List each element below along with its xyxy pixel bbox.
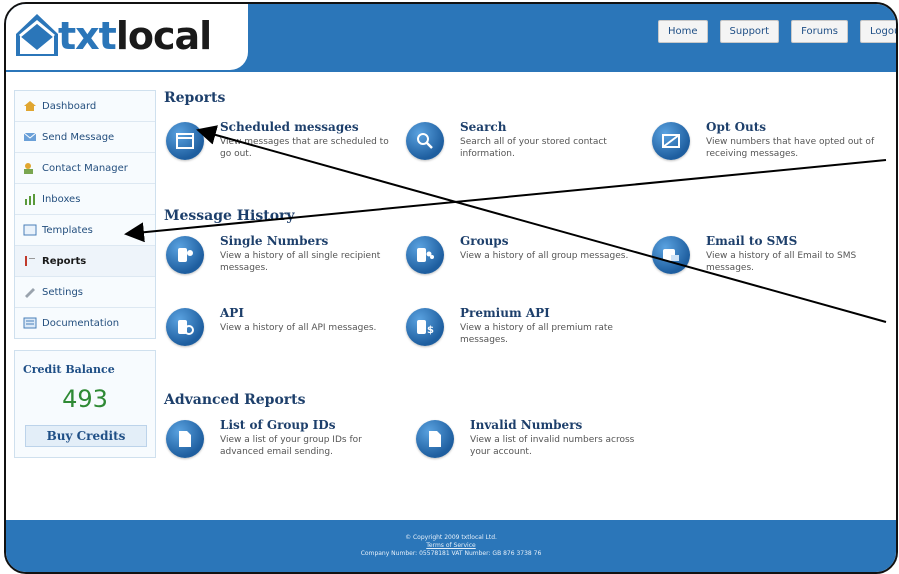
item-title[interactable]: Single Numbers — [220, 234, 328, 248]
item-title[interactable]: Search — [460, 120, 506, 134]
sidebar-item-inboxes[interactable]: Inboxes — [15, 184, 155, 215]
inbox-icon — [25, 194, 35, 205]
item-title[interactable]: API — [220, 306, 244, 320]
footer-company-info: Company Number: 05578181 VAT Number: GB … — [360, 550, 542, 557]
forums-button[interactable]: Forums — [791, 20, 848, 43]
item-description: View messages that are scheduled to go o… — [220, 137, 389, 159]
send-icon — [23, 132, 37, 141]
sidebar-item-label: Documentation — [42, 317, 120, 329]
sidebar-item-label: Settings — [42, 286, 84, 298]
sidebar-item-label: Dashboard — [42, 100, 97, 112]
item-title[interactable]: List of Group IDs — [220, 418, 335, 432]
group-icon — [406, 236, 444, 274]
item-description: View a history of all API messages. — [220, 323, 377, 333]
footer: © Copyright 2009 txtlocal Ltd. Terms of … — [6, 520, 896, 572]
sidebar-item-label: Templates — [42, 224, 93, 236]
sidebar: Dashboard Send Message Contact Manager I… — [14, 90, 156, 339]
sidebar-item-label: Reports — [42, 255, 87, 267]
logo-text: txtlocal — [58, 14, 212, 58]
sidebar-item-documentation[interactable]: Documentation — [15, 308, 155, 338]
sidebar-item-label: Inboxes — [42, 193, 81, 205]
terms-of-service-link[interactable]: Terms of Service — [6, 542, 896, 549]
credit-balance-title: Credit Balance — [23, 363, 115, 376]
item-description: View numbers that have opted out of rece… — [706, 137, 875, 159]
sidebar-item-label: Send Message — [42, 131, 115, 143]
sidebar-item-reports[interactable]: Reports — [15, 246, 155, 277]
settings-icon — [25, 288, 35, 298]
item-description: Search all of your stored contact inform… — [460, 137, 607, 159]
sidebar-item-contact-manager[interactable]: Contact Manager — [15, 153, 155, 184]
section-title-reports: Reports — [164, 90, 226, 106]
section-title-message-history: Message History — [164, 208, 295, 224]
api-icon — [166, 308, 204, 346]
calendar-icon — [166, 122, 204, 160]
premium-icon: $ — [406, 308, 444, 346]
item-description: View a list of invalid numbers across yo… — [470, 435, 635, 457]
document-icon — [416, 420, 454, 458]
sidebar-item-dashboard[interactable]: Dashboard — [15, 91, 155, 122]
svg-text:$: $ — [427, 325, 434, 336]
logo[interactable]: txtlocal — [6, 4, 248, 70]
home-button[interactable]: Home — [658, 20, 708, 43]
section-title-advanced-reports: Advanced Reports — [164, 392, 306, 408]
contacts-icon — [24, 163, 33, 174]
item-title[interactable]: Premium API — [460, 306, 550, 320]
browser-frame: txtlocal Home Support Forums Logout Dash… — [4, 2, 898, 574]
support-button[interactable]: Support — [719, 20, 780, 43]
sidebar-item-send-message[interactable]: Send Message — [15, 122, 155, 153]
template-icon — [23, 224, 37, 236]
search-icon — [406, 122, 444, 160]
document-icon — [166, 420, 204, 458]
reports-icon — [25, 256, 35, 266]
logout-button[interactable]: Logout — [859, 20, 896, 43]
footer-copyright: © Copyright 2009 txtlocal Ltd. — [405, 534, 497, 541]
credit-balance-value: 493 — [62, 385, 108, 413]
item-title[interactable]: Scheduled messages — [220, 120, 359, 134]
item-title[interactable]: Opt Outs — [706, 120, 766, 134]
header: txtlocal Home Support Forums Logout — [6, 4, 896, 72]
sidebar-item-label: Contact Manager — [42, 162, 128, 174]
sidebar-item-settings[interactable]: Settings — [15, 277, 155, 308]
single-user-icon — [166, 236, 204, 274]
item-description: View a history of all group messages. — [460, 251, 629, 261]
item-description: View a history of all single recipient m… — [220, 251, 381, 273]
item-title[interactable]: Email to SMS — [706, 234, 797, 248]
email-icon — [652, 236, 690, 274]
home-icon — [24, 101, 36, 111]
item-description: View a history of all premium rate messa… — [460, 323, 613, 345]
item-description: View a history of all Email to SMS messa… — [706, 251, 857, 273]
envelope-logo-icon — [16, 14, 58, 56]
sidebar-item-templates[interactable]: Templates — [15, 215, 155, 246]
credit-balance-panel: Credit Balance 493 Buy Credits — [14, 350, 156, 458]
item-title[interactable]: Groups — [460, 234, 508, 248]
top-nav: Home Support Forums Logout — [658, 20, 896, 43]
documentation-icon — [23, 317, 37, 329]
item-title[interactable]: Invalid Numbers — [470, 418, 582, 432]
optout-icon — [652, 122, 690, 160]
buy-credits-button[interactable]: Buy Credits — [25, 425, 147, 447]
item-description: View a list of your group IDs for advanc… — [220, 435, 362, 457]
